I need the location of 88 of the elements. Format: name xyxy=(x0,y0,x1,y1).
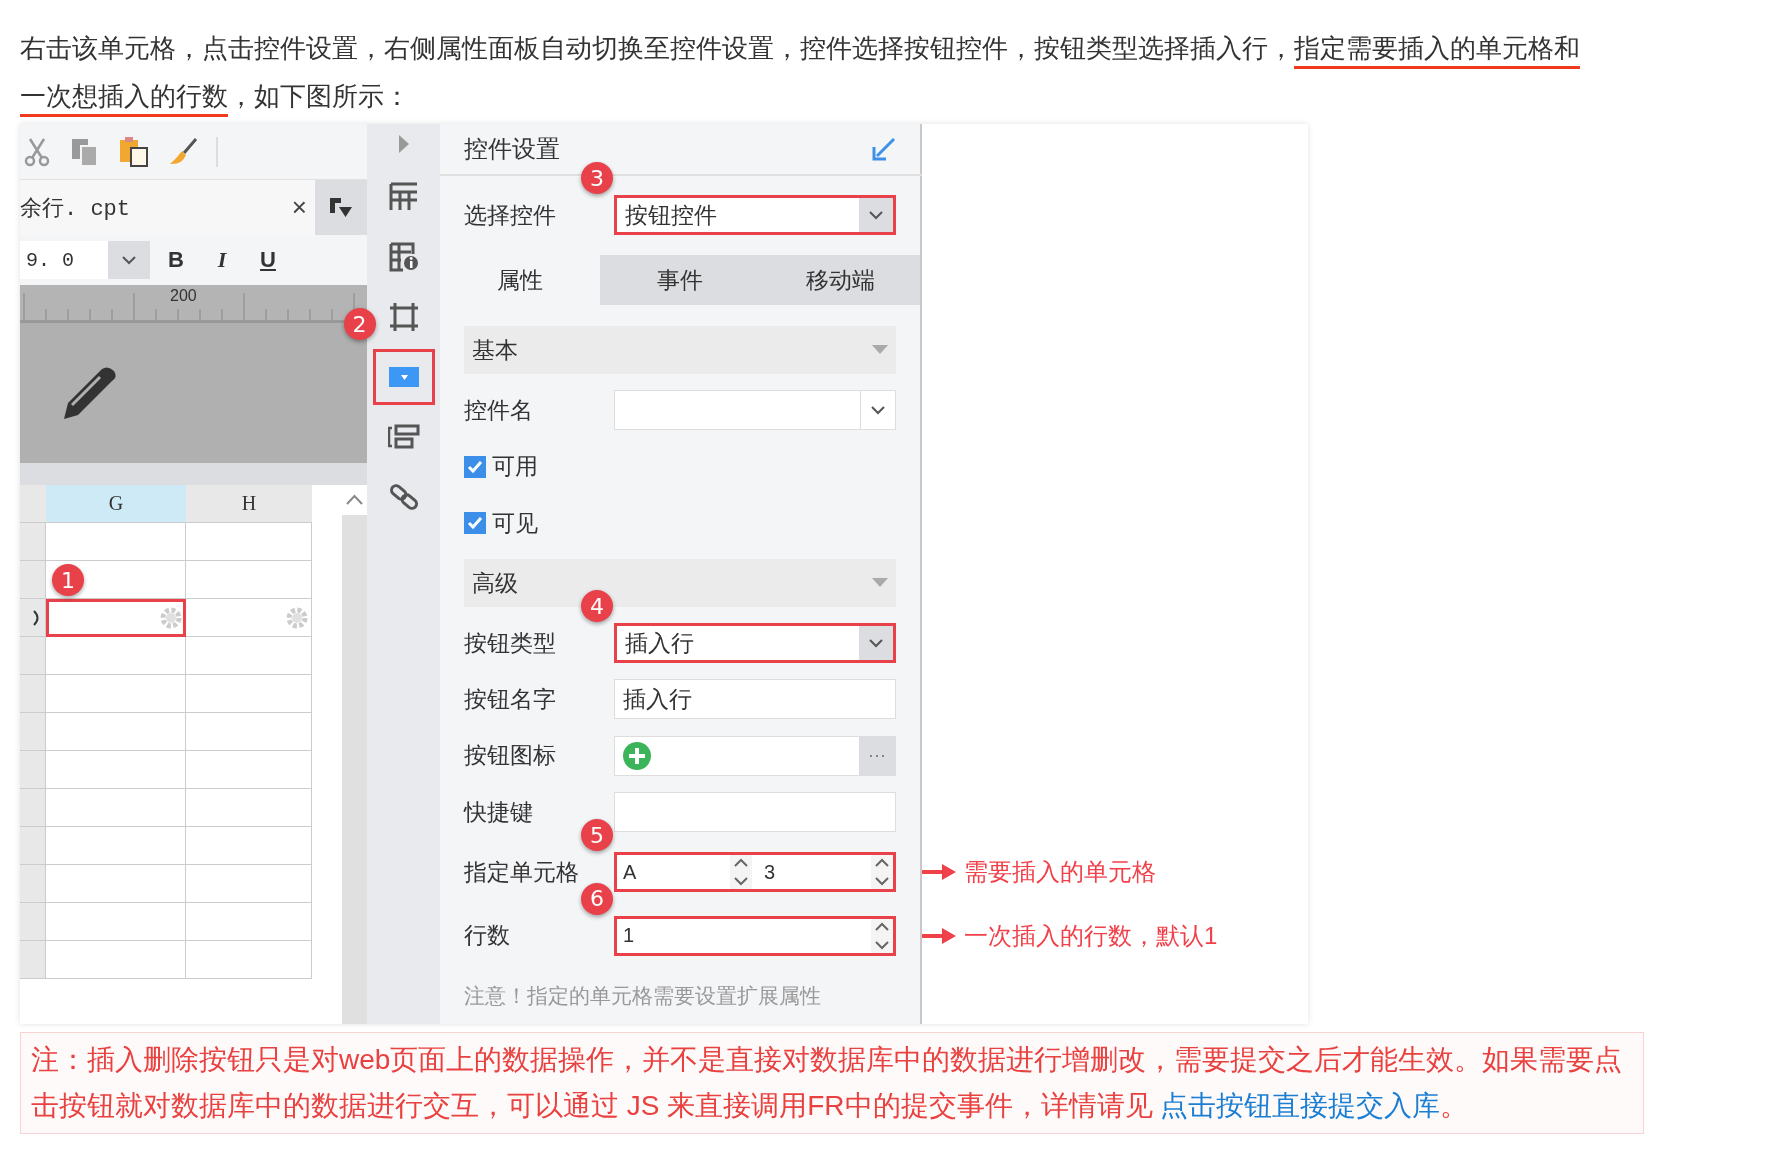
field-label: 按钮类型 xyxy=(464,628,557,658)
italic-button[interactable]: I xyxy=(202,247,242,273)
checkbox-label: 可见 xyxy=(492,508,538,538)
section-header[interactable]: 基本 xyxy=(464,326,896,375)
list-icon[interactable] xyxy=(387,424,420,450)
table-cell[interactable] xyxy=(186,827,312,865)
ruler-label: 200 xyxy=(170,287,197,305)
hint-text: 注意！指定的单元格需要设置扩展属性 xyxy=(464,982,821,1009)
window-menu-icon[interactable] xyxy=(329,196,353,219)
paragraph: 右击该单元格，点击控件设置，右侧属性面板自动切换至控件设置，控件选择按钮控件，按钮类型选择插入行，指定需要插入的单元格和一次想插入的行数，如下图所示： xyxy=(20,32,1581,113)
field-label: 按钮名字 xyxy=(464,684,557,714)
step-badge: 1 xyxy=(52,564,84,596)
selected-cell[interactable] xyxy=(46,599,186,637)
row-header[interactable] xyxy=(20,599,46,637)
column-header[interactable]: H xyxy=(186,485,312,523)
dropdown-icon[interactable] xyxy=(388,367,419,387)
table-cell[interactable] xyxy=(186,561,312,599)
link[interactable]: 点击按钮直接提交入库 xyxy=(1160,1090,1441,1121)
browse-button[interactable]: ··· xyxy=(859,736,895,775)
table-cell[interactable] xyxy=(186,713,312,751)
expand-icon[interactable] xyxy=(397,134,410,154)
annotation-text: 一次插入的行数，默认1 xyxy=(964,920,1218,951)
table-cell[interactable]: 1 xyxy=(46,561,186,599)
table-cell[interactable] xyxy=(186,675,312,713)
field-label: 按钮图标 xyxy=(464,741,557,771)
grid-icon[interactable] xyxy=(388,182,419,212)
field-label: 控件名 xyxy=(464,395,534,425)
scroll-up-icon[interactable] xyxy=(342,485,367,515)
table-info-icon[interactable] xyxy=(388,242,419,272)
checkbox[interactable] xyxy=(464,512,486,534)
frame-icon[interactable] xyxy=(388,302,419,332)
note-text: 注：插入删除按钮只是对web页面上的数据操作，并不是直接对数据库中的数据进行增删改，需要提交之后才能生效。如果需要点击按钮就对数据库中的数据进行交互，可以通过 JS 来直接调用FR中的提交事件，详情请见 点击按钮直接提交入库。 xyxy=(20,1032,1644,1134)
link-icon[interactable] xyxy=(388,482,419,512)
table-cell[interactable] xyxy=(186,637,312,675)
field-label: 快捷键 xyxy=(464,797,534,827)
table-cell[interactable] xyxy=(46,789,186,827)
plus-icon xyxy=(623,742,651,771)
annotation-text: 需要插入的单元格 xyxy=(964,857,1156,888)
table-cell[interactable] xyxy=(46,637,186,675)
tab[interactable]: 属性 xyxy=(440,255,600,306)
close-button[interactable]: × xyxy=(291,192,307,223)
font-size-field[interactable]: 9. 0 xyxy=(20,241,150,279)
table-cell[interactable] xyxy=(46,523,186,561)
paste-icon[interactable] xyxy=(118,135,150,168)
step-badge: 5 xyxy=(581,819,613,852)
scissors-icon[interactable] xyxy=(24,136,52,167)
arrow-icon xyxy=(922,926,956,945)
arrow-icon xyxy=(922,863,956,882)
column-header[interactable]: G xyxy=(46,485,186,523)
table-cell[interactable] xyxy=(186,523,312,561)
step-badge: 4 xyxy=(581,590,613,623)
table-cell[interactable] xyxy=(186,751,312,789)
text-field[interactable] xyxy=(614,792,896,832)
window-menu-button[interactable] xyxy=(315,180,367,235)
table-cell[interactable] xyxy=(46,903,186,941)
table-cell[interactable] xyxy=(46,827,186,865)
gear-icon xyxy=(285,605,309,630)
file-tab-title: 余行. cpt xyxy=(20,195,130,223)
step-badge: 3 xyxy=(581,162,613,195)
table-cell[interactable] xyxy=(186,903,312,941)
dropdown-field[interactable] xyxy=(614,390,896,431)
checkbox-label: 可用 xyxy=(492,452,538,482)
field-label: 行数 xyxy=(464,921,511,951)
table-cell[interactable] xyxy=(186,941,312,979)
table-cell[interactable] xyxy=(186,599,312,637)
text-field[interactable]: 插入行 xyxy=(614,679,896,720)
collapse-icon[interactable] xyxy=(872,578,888,589)
gear-icon xyxy=(159,605,183,630)
arrow-icon[interactable] xyxy=(872,136,896,161)
field-label: 指定单元格 xyxy=(464,857,580,887)
panel-title: 控件设置 xyxy=(464,133,560,164)
table-cell[interactable] xyxy=(46,865,186,903)
table-cell[interactable] xyxy=(46,713,186,751)
checkbox[interactable] xyxy=(464,455,486,478)
table-cell[interactable] xyxy=(46,751,186,789)
icon-field[interactable]: ··· xyxy=(614,735,896,776)
table-cell[interactable] xyxy=(46,941,186,979)
corner-cell xyxy=(20,485,46,523)
table-cell[interactable] xyxy=(186,789,312,827)
collapse-icon[interactable] xyxy=(872,345,888,356)
scrollbar[interactable] xyxy=(342,485,367,1024)
step-badge: 6 xyxy=(581,882,613,915)
table-cell[interactable] xyxy=(186,865,312,903)
table-cell[interactable] xyxy=(46,675,186,713)
bold-button[interactable]: B xyxy=(156,247,196,273)
field-label: 选择控件 xyxy=(464,200,557,230)
brush-icon[interactable] xyxy=(168,136,198,167)
underline-button[interactable]: U xyxy=(248,247,288,273)
